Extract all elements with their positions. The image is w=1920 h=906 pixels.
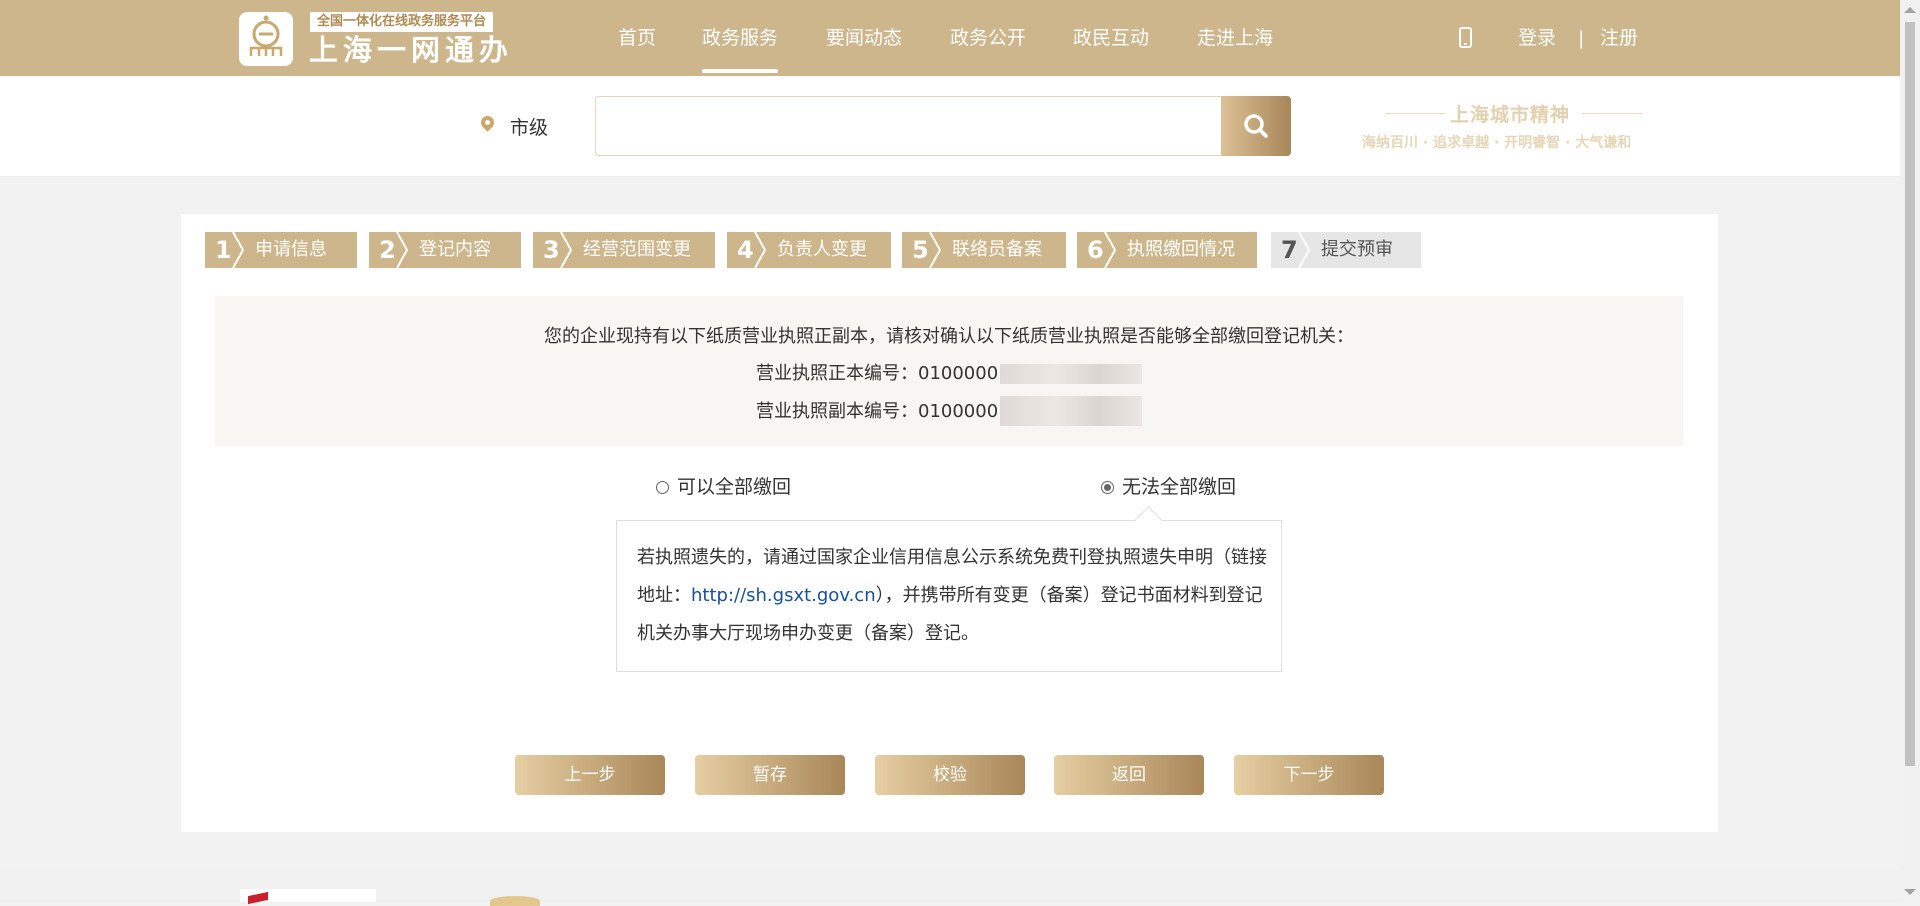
tip-text: 若执照遗失的，请通过国家企业信用信息公示系统免费刊登执照遗失申明（链接地址：ht…: [637, 539, 1267, 653]
step-label: 经营范围变更: [583, 239, 691, 260]
logo-name: 上海一网通办: [309, 33, 514, 67]
nav-interaction[interactable]: 政民互动: [1073, 0, 1149, 76]
step-7[interactable]: 7 提交预审: [1271, 232, 1421, 268]
auth-separator: |: [1578, 27, 1585, 49]
footer-emblem-icon: [490, 896, 540, 906]
lost-license-tip: 若执照遗失的，请通过国家企业信用信息公示系统免费刊登执照遗失申明（链接地址：ht…: [616, 520, 1282, 672]
chevron-right-icon: [232, 232, 245, 268]
scroll-down-arrow-icon[interactable]: [1904, 889, 1916, 895]
step-2[interactable]: 2 登记内容: [369, 232, 521, 268]
mobile-phone-icon[interactable]: [1459, 27, 1472, 48]
site-logo-icon[interactable]: [239, 12, 293, 66]
license-original-row: 营业执照正本编号：0100000: [756, 359, 998, 385]
step-label: 登记内容: [419, 239, 491, 260]
notice-intro: 您的企业现持有以下纸质营业执照正副本，请核对确认以下纸质营业执照是否能够全部缴回…: [544, 326, 1354, 347]
gsxt-link[interactable]: http://sh.gsxt.gov.cn: [691, 585, 876, 606]
chevron-right-icon: [929, 232, 942, 268]
chevron-right-icon: [1298, 232, 1311, 268]
redacted-number: [1000, 364, 1142, 384]
next-step-button[interactable]: 下一步: [1234, 755, 1384, 795]
nav-about-shanghai[interactable]: 走进上海: [1197, 0, 1273, 76]
search-input[interactable]: [595, 96, 1222, 156]
city-spirit-motto: 海纳百川 · 追求卓越 · 开明睿智 · 大气谦和: [1362, 135, 1632, 151]
license-original-label: 营业执照正本编号：: [756, 363, 918, 384]
step-label: 申请信息: [255, 239, 327, 260]
nav-home[interactable]: 首页: [618, 0, 656, 76]
step-3[interactable]: 3 经营范围变更: [533, 232, 715, 268]
city-spirit-title: 上海城市精神: [1450, 104, 1571, 126]
search-button[interactable]: [1221, 96, 1291, 156]
validate-button[interactable]: 校验: [875, 755, 1025, 795]
step-label: 联络员备案: [952, 239, 1042, 260]
search-icon: [1244, 114, 1268, 138]
step-number: 7: [1281, 236, 1298, 264]
radio-label: 无法全部缴回: [1122, 476, 1237, 498]
city-selector[interactable]: 市级: [510, 113, 548, 140]
license-copy-value: 0100000: [918, 401, 999, 422]
radio-cannot-return[interactable]: 无法全部缴回: [1101, 472, 1236, 499]
redacted-number: [1000, 396, 1142, 426]
scroll-up-arrow-icon[interactable]: [1904, 7, 1916, 13]
decor-line-right: [1582, 113, 1642, 114]
step-5[interactable]: 5 联络员备案: [902, 232, 1066, 268]
save-draft-button[interactable]: 暂存: [695, 755, 845, 795]
radio-label: 可以全部缴回: [677, 476, 792, 498]
nav-government-affairs[interactable]: 政务公开: [950, 0, 1026, 76]
chevron-right-icon: [754, 232, 767, 268]
license-original-value: 0100000: [918, 363, 999, 384]
scrollbar-thumb[interactable]: [1905, 22, 1915, 766]
radio-can-return[interactable]: 可以全部缴回: [656, 472, 791, 499]
step-number: 4: [737, 236, 754, 264]
license-copy-row: 营业执照副本编号：0100000: [756, 397, 998, 423]
back-button[interactable]: 返回: [1054, 755, 1204, 795]
step-number: 6: [1087, 236, 1104, 264]
chevron-right-icon: [1104, 232, 1117, 268]
login-link[interactable]: 登录: [1518, 0, 1556, 76]
step-6[interactable]: 6 执照缴回情况: [1077, 232, 1257, 268]
logo-tagline: 全国一体化在线政务服务平台: [310, 12, 494, 32]
decor-line-left: [1385, 113, 1445, 114]
step-label: 提交预审: [1321, 239, 1393, 260]
prev-step-button[interactable]: 上一步: [515, 755, 665, 795]
radio-unchecked-icon[interactable]: [656, 481, 669, 494]
radio-checked-icon[interactable]: [1101, 481, 1114, 494]
register-link[interactable]: 注册: [1600, 0, 1638, 76]
nav-government-services[interactable]: 政务服务: [702, 0, 779, 76]
step-4[interactable]: 4 负责人变更: [727, 232, 891, 268]
nav-news[interactable]: 要闻动态: [826, 0, 902, 76]
step-label: 执照缴回情况: [1127, 239, 1235, 260]
step-number: 2: [379, 236, 396, 264]
step-number: 3: [543, 236, 560, 264]
step-number: 5: [912, 236, 929, 264]
step-label: 负责人变更: [777, 239, 867, 260]
step-number: 1: [215, 236, 232, 264]
step-1[interactable]: 1 申请信息: [205, 232, 357, 268]
chevron-right-icon: [560, 232, 573, 268]
footer-logo-icon[interactable]: [240, 889, 376, 902]
chevron-right-icon: [396, 232, 409, 268]
license-copy-label: 营业执照副本编号：: [756, 401, 918, 422]
